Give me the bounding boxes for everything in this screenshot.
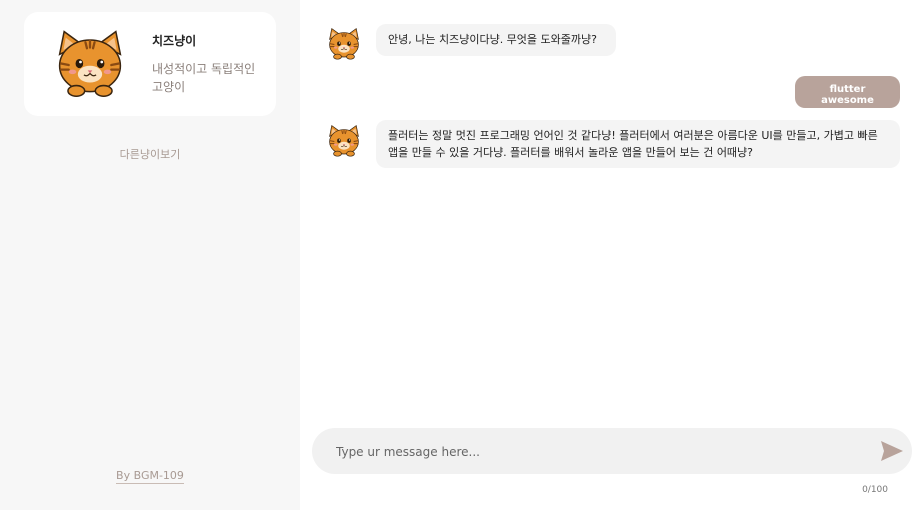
- footer-credit[interactable]: By BGM-109: [0, 469, 300, 484]
- other-cats-link[interactable]: 다른냥이보기: [0, 146, 300, 162]
- bot-message-bubble: 플러터는 정말 멋진 프로그래밍 언어인 것 같다냥! 플러터에서 여러분은 아…: [376, 120, 900, 168]
- send-arrow-icon[interactable]: [880, 440, 904, 462]
- user-message-bubble: flutter awesome: [795, 76, 900, 108]
- credit-link[interactable]: By BGM-109: [116, 469, 184, 484]
- sidebar: 치즈냥이 내성적이고 독립적인 고양이 다른냥이보기 By BGM-109: [0, 0, 300, 510]
- char-counter: 0/100: [862, 485, 888, 495]
- cat-profile-card: 치즈냥이 내성적이고 독립적인 고양이: [24, 12, 276, 116]
- cat-face-icon: [52, 24, 128, 100]
- cat-name: 치즈냥이: [152, 34, 197, 48]
- cat-face-icon: [326, 122, 362, 158]
- cat-face-icon: [326, 25, 362, 61]
- cat-description: 내성적이고 독립적인 고양이: [152, 62, 256, 94]
- message-input-bar: [312, 428, 912, 474]
- chat-panel: 안녕, 나는 치즈냥이다냥. 무엇을 도와줄까냥? flutter awesom…: [300, 0, 924, 510]
- bot-message-bubble: 안녕, 나는 치즈냥이다냥. 무엇을 도와줄까냥?: [376, 24, 616, 56]
- message-input[interactable]: [334, 440, 858, 464]
